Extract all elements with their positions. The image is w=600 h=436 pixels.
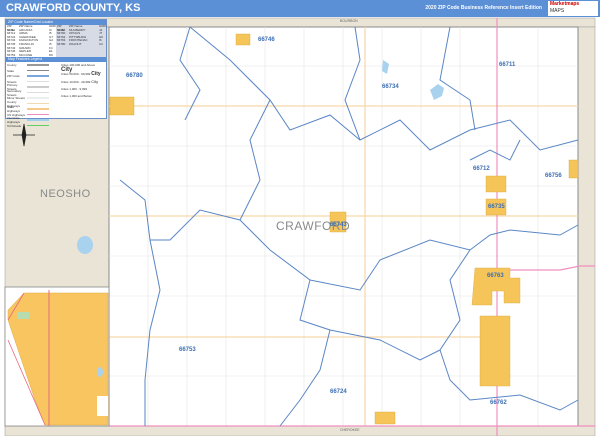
- neighbor-label-west: NEOSHO: [40, 188, 91, 200]
- legend-item: Toll Roads: [6, 123, 106, 129]
- table-row: 66780 WALNUT C2: [57, 41, 103, 46]
- zip-table-left: ZIP Code ZIP Name GRID 66711 ARCADIA I3 6671…: [6, 24, 57, 57]
- header-bar: CRAWFORD COUNTY, KS 2020 ZIP Code Busine…: [0, 0, 600, 17]
- zip-label[interactable]: 66743: [330, 222, 347, 228]
- zip-label[interactable]: 66735: [488, 204, 505, 210]
- city-size-item: Cities 1,000 - 9,999: [61, 87, 88, 92]
- zip-table: ZIP Code ZIP Name GRID 66711 ARCADIA I3 6671…: [6, 24, 107, 58]
- map-title: CRAWFORD COUNTY, KS: [6, 2, 141, 14]
- south-neighbor-area: [4, 425, 596, 436]
- zip-label[interactable]: 66711: [499, 62, 515, 68]
- city-inset-map: [4, 286, 110, 427]
- city-size-item: Cities 50,000 - 99,999 City: [61, 71, 101, 78]
- zip-label[interactable]: 66724: [330, 389, 347, 395]
- features-legend: County State ZIP Code Streets Primary St…: [6, 62, 106, 128]
- city-size-item: Cities 10,000 - 49,999 City: [61, 79, 99, 85]
- east-neighbor-area: [577, 26, 596, 428]
- city-size-item: Cities 1,000 and Below: [61, 94, 92, 99]
- zip-label[interactable]: 66712: [473, 166, 490, 172]
- zip-label[interactable]: 66763: [487, 273, 504, 279]
- legend-panel: ZIP Code Name/Grid Locator ZIP Code ZIP N…: [5, 19, 107, 128]
- zip-table-right: ZIP Code ZIP Name GRID 66756 MULBERRY J4 667…: [56, 24, 107, 58]
- logo-text: Marketmaps: [550, 1, 580, 7]
- zip-label[interactable]: 66746: [258, 37, 275, 43]
- zip-label[interactable]: 66762: [490, 400, 507, 406]
- zip-label[interactable]: 66756: [545, 173, 562, 179]
- zip-label[interactable]: 66734: [382, 84, 399, 90]
- edition-label: 2020 ZIP Code Business Reference Insert …: [425, 5, 542, 11]
- neighbor-label-south: CHEROKEE: [340, 428, 360, 432]
- zip-label[interactable]: 66753: [179, 347, 196, 353]
- zip-label[interactable]: 66780: [126, 73, 143, 79]
- logo-sub: MAPS: [550, 8, 565, 14]
- publisher-logo: Marketmaps MAPS: [548, 1, 598, 16]
- neighbor-label-north: BOURBON: [340, 19, 358, 23]
